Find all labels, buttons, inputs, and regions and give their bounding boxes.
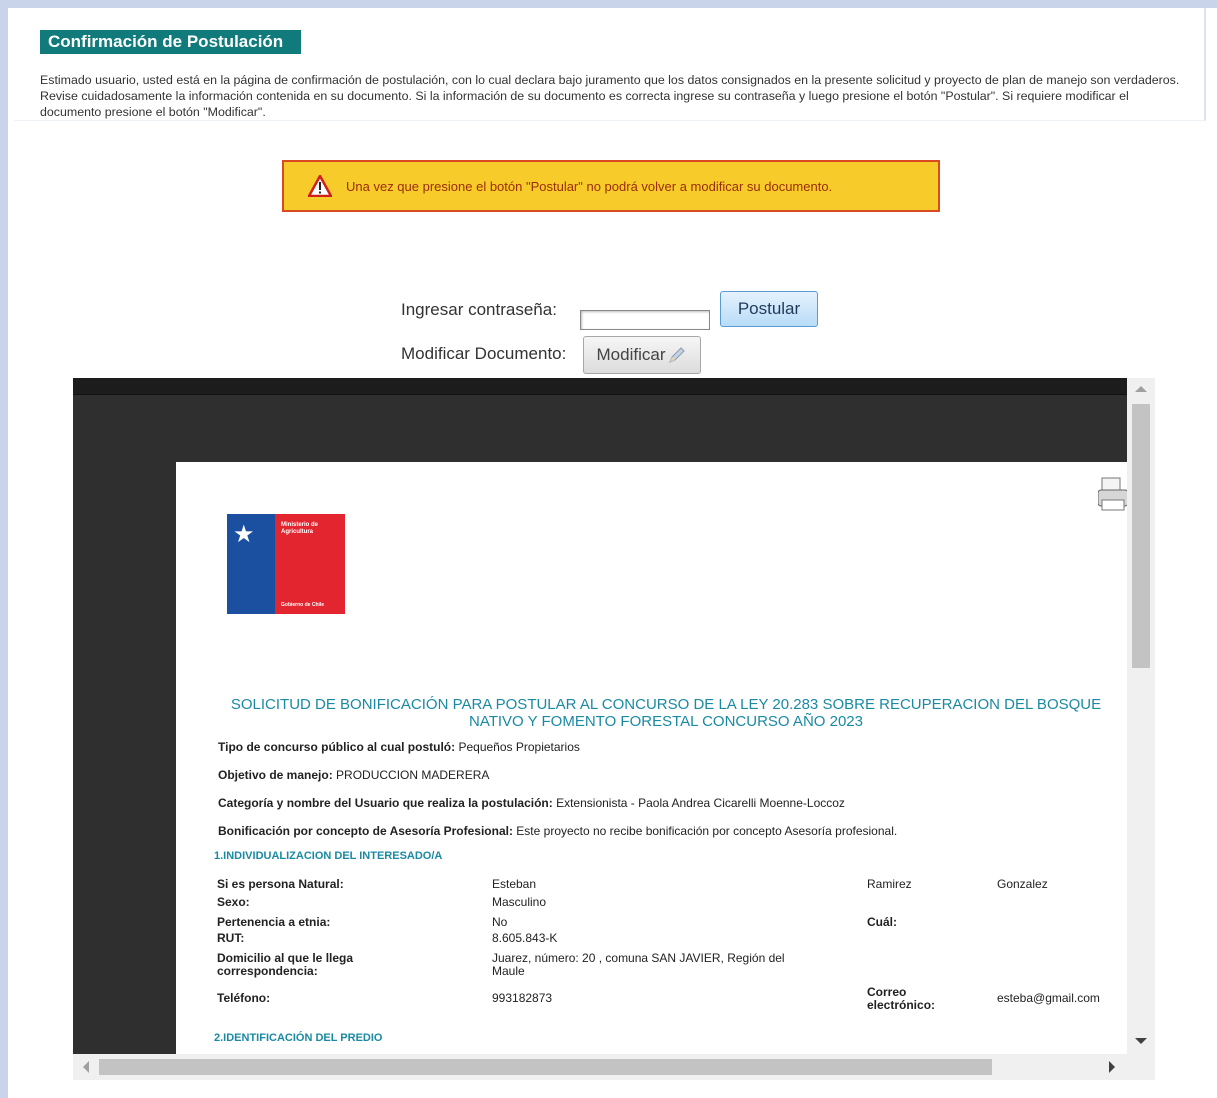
domicilio-value: Juarez, número: 20 , comuna SAN JAVIER, …	[492, 951, 785, 978]
viewer-toolbar	[73, 378, 1127, 395]
top-border	[0, 0, 1217, 8]
section-predio: 2.IDENTIFICACIÓN DEL PREDIO	[214, 1032, 383, 1044]
modify-label: Modificar Documento:	[401, 344, 567, 363]
scroll-down-arrow-icon[interactable]	[1135, 1038, 1147, 1044]
print-icon[interactable]	[1098, 474, 1127, 514]
left-border	[0, 0, 8, 1098]
password-label: Ingresar contraseña:	[401, 300, 557, 319]
warning-icon	[308, 175, 332, 197]
horizontal-scrollbar[interactable]	[73, 1054, 1155, 1080]
domicilio-label: Domicilio al que le llega correspondenci…	[217, 951, 354, 978]
ministerio-logo: ★ Ministerio de Agricultura Gobierno de …	[227, 514, 345, 614]
correo-label: Correo electrónico:	[867, 985, 936, 1012]
modificar-button-label: Modificar	[596, 345, 666, 364]
modificar-button[interactable]: Modificar	[583, 336, 701, 374]
logo-text: Ministerio de Agricultura	[281, 522, 319, 535]
pencil-icon	[669, 347, 686, 363]
warning-banner: Una vez que presione el botón "Postular"…	[282, 160, 940, 212]
persona-label: Si es persona Natural:	[217, 877, 344, 891]
document-page: ★ Ministerio de Agricultura Gobierno de …	[176, 462, 1127, 1062]
cual-label: Cuál:	[867, 915, 897, 929]
warning-text: Una vez que presione el botón "Postular"…	[346, 178, 833, 194]
document-title-line1: SOLICITUD DE BONIFICACIÓN PARA POSTULAR …	[230, 696, 1102, 713]
postular-button[interactable]: Postular	[720, 291, 818, 327]
scroll-left-arrow-icon[interactable]	[83, 1061, 89, 1073]
scroll-right-arrow-icon[interactable]	[1109, 1061, 1115, 1073]
vertical-scroll-thumb[interactable]	[1132, 404, 1150, 668]
document-title: SOLICITUD DE BONIFICACIÓN PARA POSTULAR …	[216, 696, 1116, 730]
vertical-scrollbar[interactable]	[1127, 378, 1155, 1054]
document-title-line2: NATIVO Y FOMENTO FORESTAL CONCURSO AÑO 2…	[469, 713, 863, 730]
rut-value: 8.605.843-K	[492, 931, 558, 945]
field-objetivo: Objetivo de manejo: PRODUCCION MADERERA	[218, 768, 490, 782]
etnia-value: No	[492, 915, 508, 929]
field-categoria: Categoría y nombre del Usuario que reali…	[218, 796, 845, 810]
document-viewer[interactable]: ★ Ministerio de Agricultura Gobierno de …	[73, 378, 1155, 1080]
logo-footer: Gobierno de Chile	[281, 602, 325, 608]
telefono-label: Teléfono:	[217, 991, 271, 1005]
section-individualizacion: 1.INDIVIDUALIZACION DEL INTERESADO/A	[214, 850, 443, 862]
page-title: Confirmación de Postulación	[40, 30, 302, 54]
correo-value: esteba@gmail.com	[997, 991, 1100, 1005]
apellido2-value: Gonzalez	[997, 877, 1048, 891]
etnia-label: Pertenencia a etnia:	[217, 915, 331, 929]
telefono-value: 993182873	[492, 991, 553, 1005]
sexo-label: Sexo:	[217, 895, 250, 909]
field-tipo-concurso: Tipo de concurso público al cual postuló…	[218, 740, 580, 754]
sexo-value: Masculino	[492, 895, 547, 909]
password-input[interactable]	[580, 310, 710, 330]
scroll-up-arrow-icon[interactable]	[1135, 386, 1147, 392]
nombre-value: Esteban	[492, 877, 537, 891]
rut-label: RUT:	[217, 931, 245, 945]
intro-text: Estimado usuario, usted está en la págin…	[40, 73, 1180, 119]
field-bonificacion: Bonificación por concepto de Asesoría Pr…	[218, 824, 898, 838]
horizontal-scroll-thumb[interactable]	[99, 1059, 992, 1075]
apellido1-value: Ramirez	[867, 877, 912, 891]
